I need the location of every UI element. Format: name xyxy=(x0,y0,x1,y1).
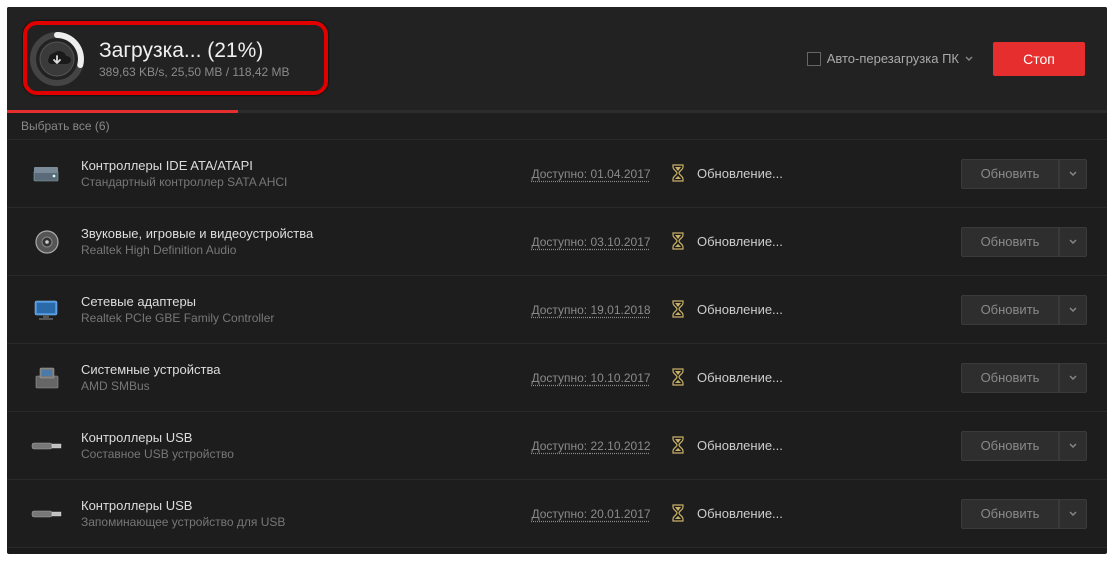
status-cell: Обновление... xyxy=(671,368,871,388)
available-date: Доступно: 20.01.2017 xyxy=(511,506,671,521)
device-icon xyxy=(27,163,67,185)
status-text: Обновление... xyxy=(697,438,783,453)
update-button[interactable]: Обновить xyxy=(961,431,1059,461)
status-text: Обновление... xyxy=(697,302,783,317)
update-dropdown-button[interactable] xyxy=(1059,159,1087,189)
hourglass-icon xyxy=(671,504,687,524)
available-date: Доступно: 01.04.2017 xyxy=(511,166,671,181)
action-cell: Обновить xyxy=(961,431,1087,461)
driver-row[interactable]: Контроллеры USB Составное USB устройство… xyxy=(7,412,1107,480)
update-dropdown-button[interactable] xyxy=(1059,363,1087,393)
update-button[interactable]: Обновить xyxy=(961,295,1059,325)
download-title: Загрузка... (21%) xyxy=(99,39,290,63)
update-button[interactable]: Обновить xyxy=(961,159,1059,189)
driver-name: Realtek High Definition Audio xyxy=(81,243,511,257)
status-text: Обновление... xyxy=(697,234,783,249)
driver-name: Составное USB устройство xyxy=(81,447,511,461)
driver-list: Контроллеры IDE ATA/ATAPI Стандартный ко… xyxy=(7,140,1107,548)
hourglass-icon xyxy=(671,164,687,184)
driver-row[interactable]: Системные устройства AMD SMBus Доступно:… xyxy=(7,344,1107,412)
select-all-row[interactable]: Выбрать все (6) xyxy=(7,113,1107,140)
action-cell: Обновить xyxy=(961,499,1087,529)
download-progress-icon xyxy=(29,31,85,87)
status-cell: Обновление... xyxy=(671,504,871,524)
driver-text: Контроллеры IDE ATA/ATAPI Стандартный ко… xyxy=(81,158,511,189)
update-dropdown-button[interactable] xyxy=(1059,431,1087,461)
hourglass-icon xyxy=(671,368,687,388)
download-status-block: Загрузка... (21%) 389,63 KB/s, 25,50 MB … xyxy=(99,39,290,79)
device-icon xyxy=(27,298,67,322)
available-date-link[interactable]: Доступно: 22.10.2012 xyxy=(531,439,650,453)
driver-category: Контроллеры IDE ATA/ATAPI xyxy=(81,158,511,173)
hourglass-icon xyxy=(671,300,687,320)
status-text: Обновление... xyxy=(697,506,783,521)
auto-restart-label: Авто-перезагрузка ПК xyxy=(827,51,959,66)
available-date-link[interactable]: Доступно: 20.01.2017 xyxy=(531,507,650,521)
driver-category: Контроллеры USB xyxy=(81,430,511,445)
driver-text: Системные устройства AMD SMBus xyxy=(81,362,511,393)
update-button[interactable]: Обновить xyxy=(961,499,1059,529)
driver-name: Realtek PCIe GBE Family Controller xyxy=(81,311,511,325)
driver-text: Звуковые, игровые и видеоустройства Real… xyxy=(81,226,511,257)
hourglass-icon xyxy=(671,436,687,456)
available-date: Доступно: 03.10.2017 xyxy=(511,234,671,249)
device-icon xyxy=(27,439,67,453)
progress-bar-fill xyxy=(7,110,238,113)
driver-name: Стандартный контроллер SATA AHCI xyxy=(81,175,511,189)
stop-button[interactable]: Стоп xyxy=(993,42,1085,76)
available-date: Доступно: 10.10.2017 xyxy=(511,370,671,385)
available-date-link[interactable]: Доступно: 01.04.2017 xyxy=(531,167,650,181)
driver-category: Сетевые адаптеры xyxy=(81,294,511,309)
driver-name: AMD SMBus xyxy=(81,379,511,393)
action-cell: Обновить xyxy=(961,363,1087,393)
driver-text: Контроллеры USB Запоминающее устройство … xyxy=(81,498,511,529)
device-icon xyxy=(27,507,67,521)
select-all-label: Выбрать все (6) xyxy=(21,119,110,133)
driver-row[interactable]: Сетевые адаптеры Realtek PCIe GBE Family… xyxy=(7,276,1107,344)
device-icon xyxy=(27,364,67,392)
driver-category: Контроллеры USB xyxy=(81,498,511,513)
driver-category: Системные устройства xyxy=(81,362,511,377)
available-date-link[interactable]: Доступно: 10.10.2017 xyxy=(531,371,650,385)
chevron-down-icon xyxy=(965,55,973,63)
driver-row[interactable]: Контроллеры IDE ATA/ATAPI Стандартный ко… xyxy=(7,140,1107,208)
download-details: 389,63 KB/s, 25,50 MB / 118,42 MB xyxy=(99,65,290,79)
device-icon xyxy=(27,228,67,256)
status-cell: Обновление... xyxy=(671,232,871,252)
driver-category: Звуковые, игровые и видеоустройства xyxy=(81,226,511,241)
status-text: Обновление... xyxy=(697,166,783,181)
progress-bar xyxy=(7,110,1107,113)
available-date-link[interactable]: Доступно: 03.10.2017 xyxy=(531,235,650,249)
driver-text: Сетевые адаптеры Realtek PCIe GBE Family… xyxy=(81,294,511,325)
available-date-link[interactable]: Доступно: 19.01.2018 xyxy=(531,303,650,317)
status-text: Обновление... xyxy=(697,370,783,385)
update-dropdown-button[interactable] xyxy=(1059,295,1087,325)
available-date: Доступно: 22.10.2012 xyxy=(511,438,671,453)
update-dropdown-button[interactable] xyxy=(1059,227,1087,257)
checkbox-icon xyxy=(807,52,821,66)
status-cell: Обновление... xyxy=(671,164,871,184)
status-cell: Обновление... xyxy=(671,436,871,456)
driver-row[interactable]: Контроллеры USB Запоминающее устройство … xyxy=(7,480,1107,548)
driver-name: Запоминающее устройство для USB xyxy=(81,515,511,529)
update-dropdown-button[interactable] xyxy=(1059,499,1087,529)
header: Загрузка... (21%) 389,63 KB/s, 25,50 MB … xyxy=(7,7,1107,110)
app-window: Загрузка... (21%) 389,63 KB/s, 25,50 MB … xyxy=(7,7,1107,554)
driver-text: Контроллеры USB Составное USB устройство xyxy=(81,430,511,461)
action-cell: Обновить xyxy=(961,295,1087,325)
status-cell: Обновление... xyxy=(671,300,871,320)
auto-restart-checkbox[interactable]: Авто-перезагрузка ПК xyxy=(807,51,973,66)
available-date: Доступно: 19.01.2018 xyxy=(511,302,671,317)
update-button[interactable]: Обновить xyxy=(961,227,1059,257)
hourglass-icon xyxy=(671,232,687,252)
action-cell: Обновить xyxy=(961,159,1087,189)
update-button[interactable]: Обновить xyxy=(961,363,1059,393)
action-cell: Обновить xyxy=(961,227,1087,257)
driver-row[interactable]: Звуковые, игровые и видеоустройства Real… xyxy=(7,208,1107,276)
